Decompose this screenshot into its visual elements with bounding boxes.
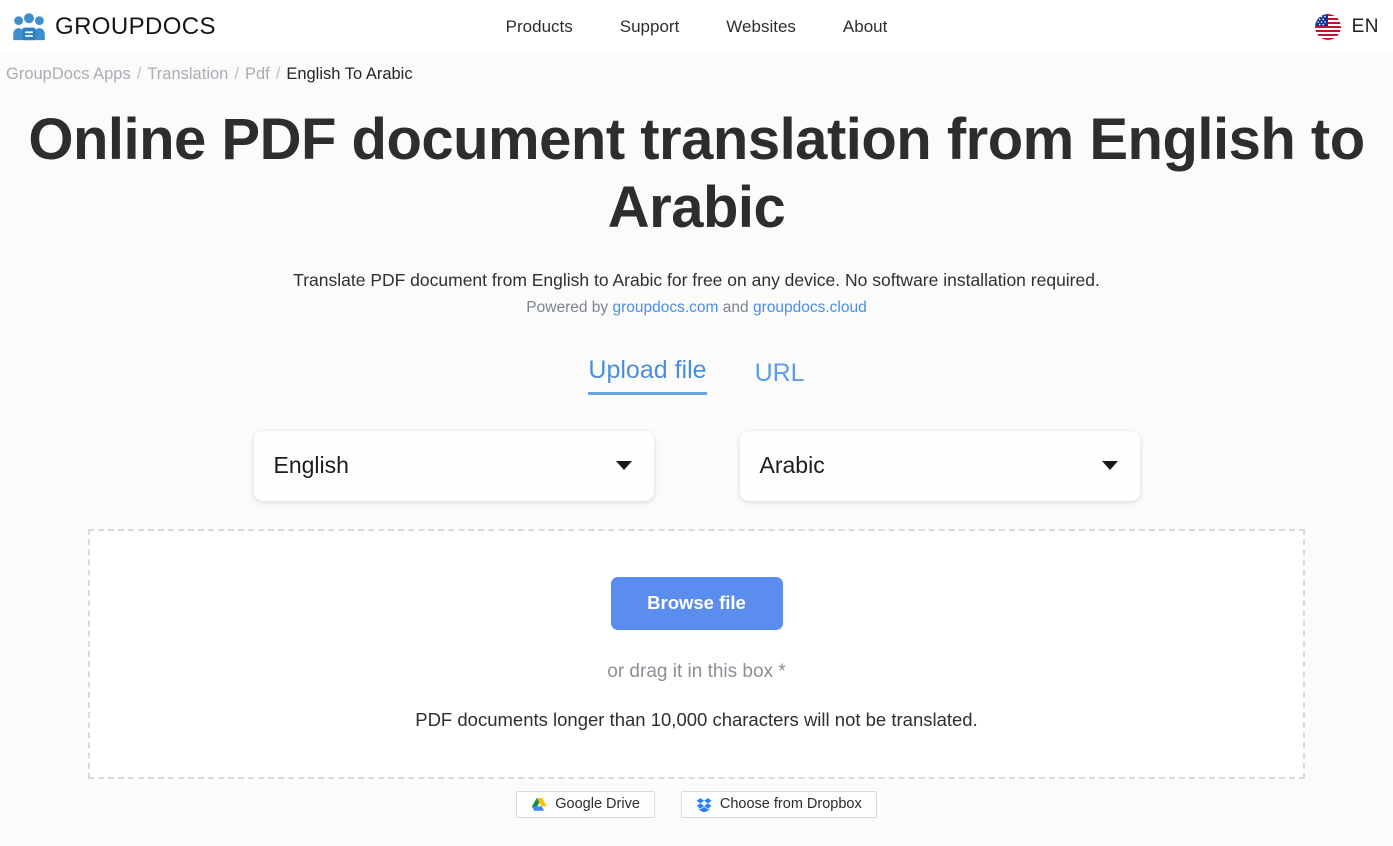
breadcrumb: GroupDocs Apps / Translation / Pdf / Eng… [0, 53, 1393, 84]
groupdocs-people-logo-icon [12, 12, 46, 42]
file-dropzone[interactable]: Browse file or drag it in this box * PDF… [88, 528, 1305, 779]
google-drive-icon [531, 797, 548, 812]
hero-section: Online PDF document translation from Eng… [0, 84, 1393, 317]
powered-by-conjunction: and [722, 299, 749, 317]
breadcrumb-item-translation[interactable]: Translation [147, 65, 228, 84]
breadcrumb-separator: / [275, 65, 281, 83]
breadcrumb-separator: / [136, 65, 142, 83]
breadcrumb-item-current: English To Arabic [286, 65, 413, 83]
google-drive-button[interactable]: Google Drive [516, 790, 655, 818]
language-selectors: English Arabic [0, 430, 1393, 501]
dropbox-icon [696, 797, 713, 812]
link-groupdocs-cloud[interactable]: groupdocs.cloud [753, 299, 867, 316]
source-language-select[interactable]: English [253, 430, 654, 501]
source-language-value: English [273, 452, 349, 479]
breadcrumb-item-groupdocs-apps[interactable]: GroupDocs Apps [6, 65, 131, 84]
nav-item-products[interactable]: Products [506, 17, 573, 37]
dropbox-label: Choose from Dropbox [719, 796, 862, 813]
drag-hint-text: or drag it in this box * [607, 660, 786, 682]
target-language-value: Arabic [759, 452, 825, 479]
brand-logo[interactable]: GROUPDOCS [12, 12, 216, 42]
dropbox-button[interactable]: Choose from Dropbox [680, 790, 877, 818]
target-language-select[interactable]: Arabic [739, 430, 1140, 501]
input-mode-tabs: Upload file URL [0, 357, 1393, 395]
google-drive-label: Google Drive [555, 796, 640, 813]
tab-upload-file[interactable]: Upload file [588, 357, 707, 395]
cloud-import-buttons: Google Drive Choose from Dropbox [0, 790, 1393, 818]
nav-item-support[interactable]: Support [620, 17, 680, 37]
page-title: Online PDF document translation from Eng… [28, 107, 1365, 241]
chevron-down-icon [1101, 461, 1118, 471]
chevron-down-icon [615, 461, 632, 471]
language-code: EN [1351, 15, 1379, 37]
language-switcher[interactable]: EN [1314, 13, 1379, 40]
powered-by-prefix: Powered by [526, 299, 609, 317]
tab-url[interactable]: URL [755, 360, 805, 395]
powered-by-line: Powered by groupdocs.com and groupdocs.c… [0, 299, 1393, 317]
link-groupdocs-com[interactable]: groupdocs.com [612, 299, 718, 316]
browse-file-button[interactable]: Browse file [610, 576, 783, 630]
character-limit-note: PDF documents longer than 10,000 charact… [415, 708, 978, 730]
breadcrumb-item-pdf[interactable]: Pdf [245, 65, 270, 84]
us-flag-icon [1314, 13, 1341, 40]
breadcrumb-separator: / [234, 65, 239, 83]
brand-name: GROUPDOCS [55, 12, 216, 40]
page-subtitle: Translate PDF document from English to A… [293, 269, 1100, 290]
nav-item-websites[interactable]: Websites [726, 17, 796, 37]
site-header: GROUPDOCS Products Support Websites Abou… [0, 0, 1393, 53]
nav-item-about[interactable]: About [843, 17, 887, 37]
